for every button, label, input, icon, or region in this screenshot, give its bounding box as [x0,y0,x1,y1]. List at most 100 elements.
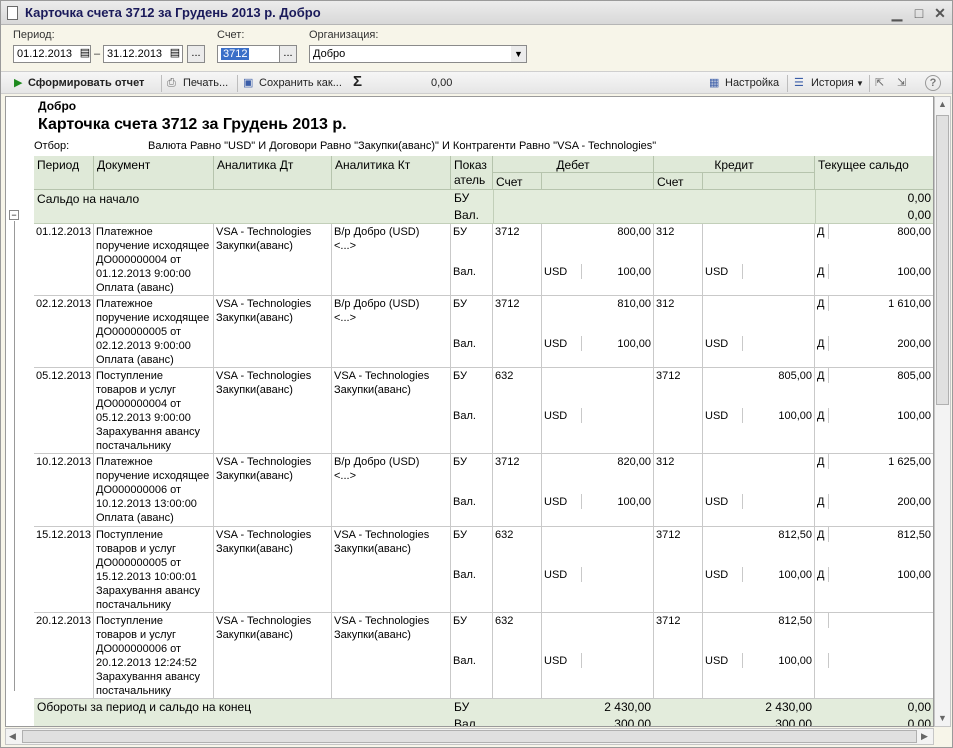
history-button[interactable]: История [811,75,854,92]
opening-val-amount: 0,00 [815,207,933,224]
row-credit-account: 3712 [654,368,703,383]
row-analytics-dt-line: Закупки(аванс) [214,541,332,556]
row-credit-val [743,336,815,351]
sum-value: 0,00 [431,77,453,89]
header-balance: Текущее сальдо [815,156,933,190]
opening-bu-label: БУ [451,190,493,207]
row-analytics-dt-line: VSA - Technologies [214,224,332,239]
row-document-line: 02.12.2013 9:00:00 [94,338,214,353]
row-document-line: Оплата (аванс) [94,352,214,367]
row-document-line: Зарахування авансу [94,669,214,684]
header-credit: Кредит [654,156,815,173]
save-as-button[interactable]: Сохранить как... [259,75,342,92]
header-document: Документ [94,156,214,190]
organization-field[interactable]: Добро [309,45,527,63]
row-credit-val: 100,00 [743,567,815,582]
save-icon: ▣ [243,77,254,89]
row-document-line: постачальнику [94,683,214,698]
row-document-line: ДО000000006 от [94,482,214,497]
row-credit-bu [703,224,815,239]
row-analytics-kt-line: <...> [332,310,451,325]
row-analytics-kt-line: Закупки(аванс) [332,541,451,556]
row-credit-currency: USD [703,653,743,668]
scroll-right-icon[interactable]: ▶ [921,731,928,742]
row-document-line: 15.12.2013 10:00:01 [94,569,214,584]
minimize-icon[interactable]: ▁ [888,4,906,22]
account-field[interactable]: 3712 [217,45,281,63]
totals-debit-val: 300,00 [493,716,654,726]
help-icon[interactable]: ? [925,75,941,91]
row-analytics-kt-line: VSA - Technologies [332,368,451,383]
row-bu-label: БУ [451,368,493,383]
row-debit-account: 632 [493,368,542,383]
row-document-line: Поступление [94,368,214,383]
title-bar: Карточка счета 3712 за Грудень 2013 р. Д… [1,1,952,25]
row-debit-bu [542,368,654,383]
row-balance-val-side: Д [815,567,829,582]
generate-report-button[interactable]: Сформировать отчет [28,75,144,92]
row-credit-currency: USD [703,336,743,351]
row-analytics-dt-line: Закупки(аванс) [214,382,332,397]
horizontal-scrollbar[interactable]: ◀ ▶ [5,728,934,745]
collapse-group-icon[interactable]: − [9,210,19,220]
row-analytics-kt-line: <...> [332,238,451,253]
row-date: 01.12.2013 [34,224,94,239]
header-analytics-dt: Аналитика Дт [214,156,332,190]
print-button[interactable]: Печать... [183,75,228,92]
row-document-line: постачальнику [94,438,214,453]
row-credit-currency: USD [703,494,743,509]
row-document-line: Зарахування авансу [94,424,214,439]
row-analytics-kt-line: В/р Добро (USD) [332,454,451,469]
report-title: Карточка счета 3712 за Грудень 2013 р. [38,116,347,133]
calendar-icon[interactable]: ▤ [169,46,181,62]
account-value: 3712 [221,48,250,60]
collapse-icon[interactable]: ⇲ [897,75,906,92]
row-debit-account: 632 [493,613,542,628]
filter-panel: Период: 01.12.2013 ▤ – 31.12.2013 ▤ ... … [1,25,952,69]
row-document-line: ДО000000004 от [94,396,214,411]
calendar-icon[interactable]: ▤ [79,46,91,62]
row-credit-bu: 812,50 [703,527,815,542]
toolbar-divider [869,75,870,92]
expand-icon[interactable]: ⇱ [875,75,884,92]
row-document-line: ДО000000005 от [94,555,214,570]
row-balance-val: 100,00 [829,408,933,423]
header-debit-account: Счет [493,173,542,190]
row-document-line: Платежное [94,224,214,239]
totals-balance-bu: 0,00 [815,699,933,716]
totals-credit-val: 300,00 [654,716,815,726]
row-balance-bu-side: Д [815,454,829,469]
vertical-scroll-thumb[interactable] [936,115,949,405]
chevron-down-icon[interactable]: ▼ [511,46,526,62]
maximize-icon[interactable]: □ [910,4,928,22]
header-debit: Дебет [493,156,654,173]
report-sheet[interactable]: Добро Карточка счета 3712 за Грудень 201… [5,96,934,727]
account-select-button[interactable]: ... [279,45,297,63]
chevron-down-icon[interactable]: ▼ [856,75,864,92]
totals-debit-bu: 2 430,00 [493,699,654,716]
row-debit-currency: USD [542,653,582,668]
opening-val-label: Вал. [451,207,493,224]
settings-button[interactable]: Настройка [725,75,779,92]
row-debit-bu: 800,00 [542,224,654,239]
scroll-up-icon[interactable]: ▲ [938,99,947,109]
scroll-left-icon[interactable]: ◀ [9,731,16,742]
row-debit-bu [542,527,654,542]
row-debit-val [582,567,654,582]
row-credit-account: 3712 [654,527,703,542]
row-credit-account: 312 [654,224,703,239]
period-select-button[interactable]: ... [187,45,205,63]
report-window: Карточка счета 3712 за Грудень 2013 р. Д… [0,0,953,748]
horizontal-scroll-thumb[interactable] [22,730,917,743]
row-analytics-dt-line: VSA - Technologies [214,454,332,469]
row-balance-val-side: Д [815,264,829,279]
close-icon[interactable]: ✕ [931,4,949,22]
row-val-label: Вал. [451,494,493,509]
scroll-down-icon[interactable]: ▼ [938,713,947,723]
row-analytics-kt-line: В/р Добро (USD) [332,296,451,311]
vertical-scrollbar[interactable]: ▲ ▼ [934,96,951,727]
row-debit-bu: 820,00 [542,454,654,469]
row-balance-val: 100,00 [829,264,933,279]
row-debit-account: 3712 [493,224,542,239]
row-document-line: Поступление [94,527,214,542]
